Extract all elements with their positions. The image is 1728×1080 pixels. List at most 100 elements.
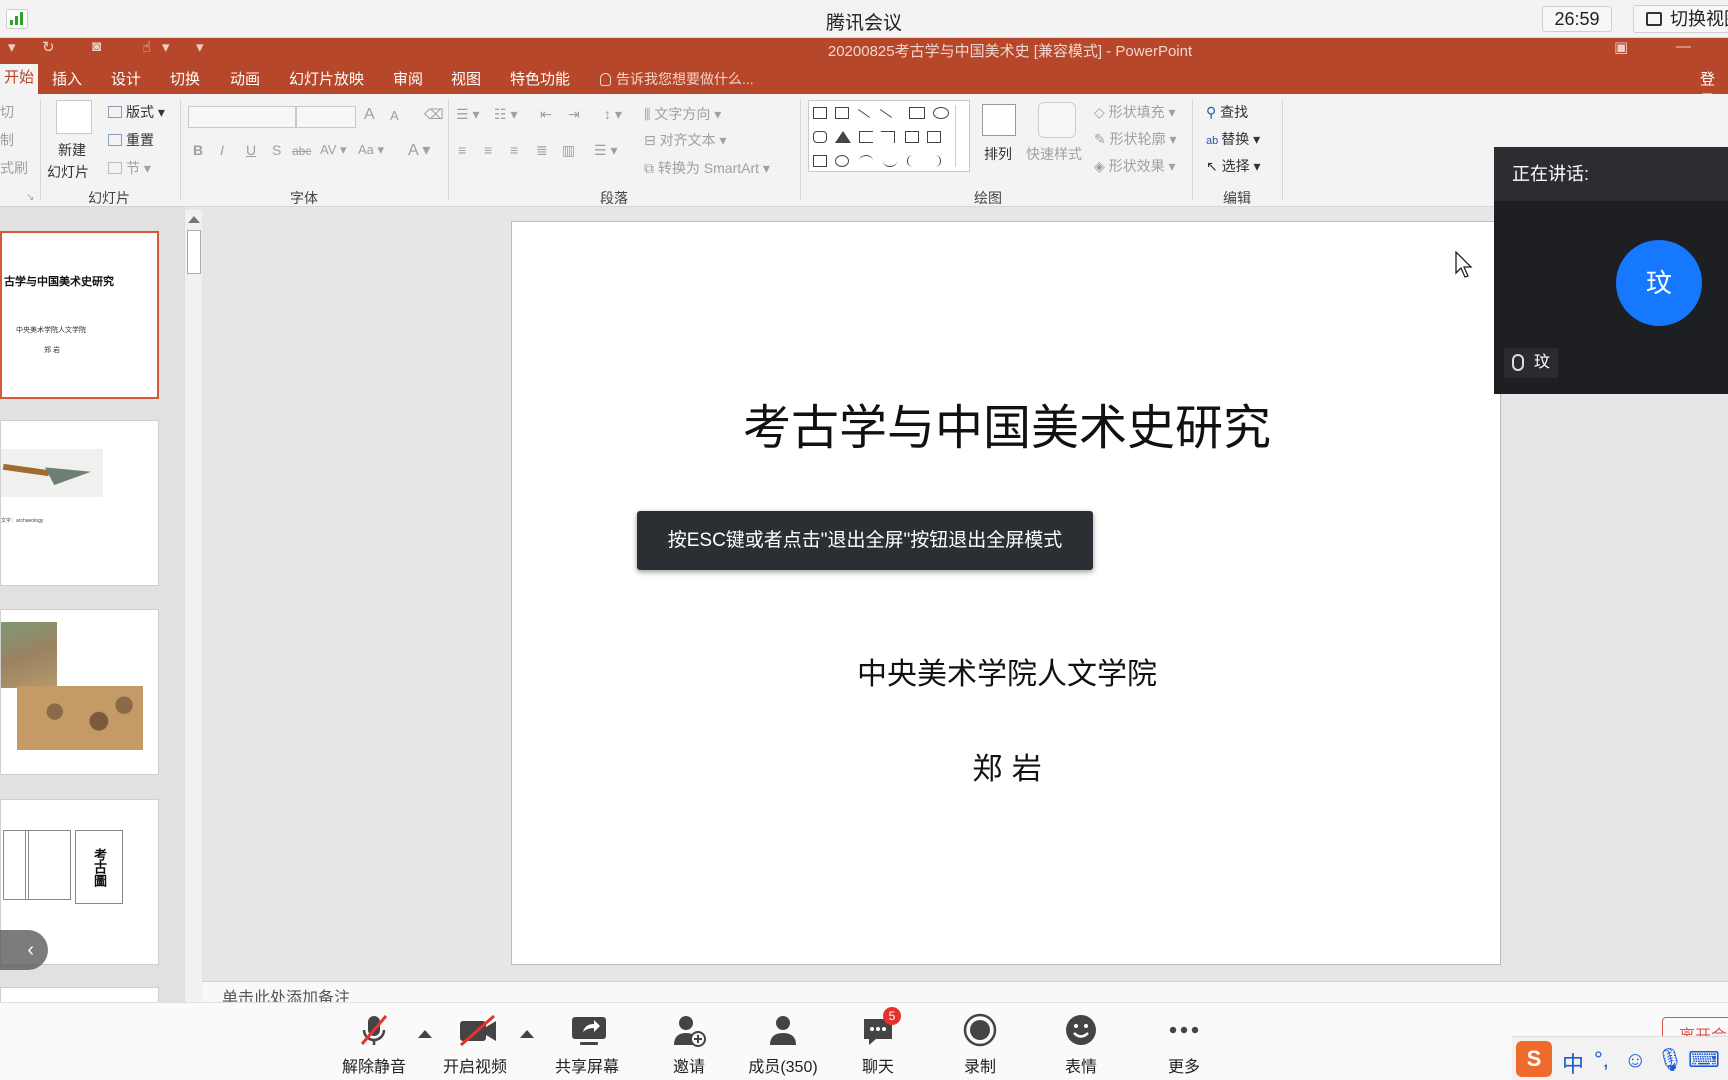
line-shape-icon[interactable] <box>857 109 871 118</box>
tab-review[interactable]: 审阅 <box>393 68 423 89</box>
new-slide-label-2[interactable]: 幻灯片 <box>47 162 89 182</box>
tell-me-search[interactable]: 告诉我您想要做什么... <box>600 69 754 89</box>
select-button[interactable]: ↖ 选择 ▾ <box>1206 156 1261 176</box>
slide-title[interactable]: 考古学与中国美术史研究 <box>512 388 1502 458</box>
scroll-thumb[interactable] <box>187 230 201 274</box>
reset-button[interactable]: 重置 <box>108 130 154 150</box>
shapes-gallery-scroll[interactable] <box>955 105 965 167</box>
cut-button[interactable]: 切 <box>0 102 14 122</box>
shape-effects-button[interactable]: ◈ 形状效果 ▾ <box>1094 156 1176 176</box>
tab-transitions[interactable]: 切换 <box>170 68 200 89</box>
ime-punctuation-icon[interactable]: °, <box>1594 1047 1609 1073</box>
distributed-icon[interactable]: ▥ <box>562 142 575 159</box>
arc-shape-icon[interactable] <box>859 155 873 167</box>
bold-icon[interactable]: B <box>193 142 203 158</box>
strikethrough-icon[interactable]: abc <box>292 144 311 158</box>
record-button[interactable]: 录制 <box>935 1013 1025 1077</box>
down-arrow-shape-icon[interactable] <box>927 131 941 143</box>
freeform-shape-icon[interactable] <box>813 155 827 167</box>
speaker-avatar[interactable]: 玟 <box>1616 240 1702 326</box>
bullets-icon[interactable]: ☰ ▾ <box>456 106 479 123</box>
ime-voice-icon[interactable]: 🎙 <box>1656 1047 1684 1073</box>
chat-button[interactable]: 5 聊天 <box>833 1007 923 1077</box>
notes-pane[interactable]: 单击此处添加备注 <box>202 981 1728 1002</box>
new-slide-label-1[interactable]: 新建 <box>58 140 86 160</box>
elbow-arrow-icon[interactable] <box>881 131 895 143</box>
ime-chinese-mode-icon[interactable]: 中 <box>1562 1047 1584 1079</box>
increase-font-size-icon[interactable]: A <box>364 106 375 124</box>
underline-icon[interactable]: U <box>246 142 256 158</box>
align-center-icon[interactable]: ≡ <box>484 142 492 158</box>
find-button[interactable]: ⚲ 查找 <box>1206 102 1248 122</box>
shape-fill-button[interactable]: ◇ 形状填充 ▾ <box>1094 102 1176 122</box>
right-arrow-shape-icon[interactable] <box>905 131 919 143</box>
tab-design[interactable]: 设计 <box>111 68 141 89</box>
elbow-connector-icon[interactable] <box>859 131 873 143</box>
replace-button[interactable]: ab 替换 ▾ <box>1206 129 1260 149</box>
font-color-icon[interactable]: A ▾ <box>408 140 430 160</box>
shape-outline-button[interactable]: ✎ 形状轮廓 ▾ <box>1094 129 1177 149</box>
numbering-icon[interactable]: ☷ ▾ <box>494 106 517 123</box>
start-video-button[interactable]: 开启视频 <box>430 1013 520 1077</box>
tab-animations[interactable]: 动画 <box>230 68 260 89</box>
new-slide-icon[interactable] <box>56 100 92 134</box>
shapes-gallery[interactable] <box>808 100 970 172</box>
arrow-shape-icon[interactable] <box>879 109 893 118</box>
vertical-textbox-shape-icon[interactable] <box>835 107 849 119</box>
triangle-shape-icon[interactable] <box>835 131 851 143</box>
ime-keyboard-icon[interactable]: ⌨ <box>1688 1047 1720 1073</box>
curve-shape-icon[interactable] <box>883 155 897 167</box>
slide-thumbnail-1[interactable]: 古学与中国美术史研究 中央美术学院人文学院 郑 岩 <box>0 231 159 399</box>
unmute-button[interactable]: 解除静音 <box>329 1013 419 1077</box>
minimize-icon[interactable]: — <box>1676 38 1691 55</box>
members-button[interactable]: 成员(350) <box>738 1013 828 1077</box>
slide-thumbnail-2[interactable]: 文字：archaeology <box>0 420 159 586</box>
scribble-shape-icon[interactable] <box>835 155 849 167</box>
tab-view[interactable]: 视图 <box>451 68 481 89</box>
left-brace-shape-icon[interactable] <box>907 155 921 167</box>
copy-button[interactable]: 制 <box>0 130 14 150</box>
arrange-button[interactable]: 排列 <box>984 144 1012 164</box>
font-size-combobox[interactable] <box>296 106 356 128</box>
section-button[interactable]: 节 ▾ <box>108 158 151 178</box>
emoji-button[interactable]: 表情 <box>1036 1013 1126 1077</box>
format-painter-button[interactable]: 式刷 <box>0 158 28 178</box>
thumbnails-scrollbar[interactable] <box>184 210 202 1002</box>
more-button[interactable]: 更多 <box>1139 1013 1229 1077</box>
align-left-icon[interactable]: ≡ <box>458 142 466 158</box>
slide-author[interactable]: 郑 岩 <box>512 744 1502 788</box>
align-text-button[interactable]: ⊟ 对齐文本 ▾ <box>644 130 727 150</box>
tab-special-features[interactable]: 特色功能 <box>510 68 570 89</box>
invite-button[interactable]: 邀请 <box>644 1013 734 1077</box>
columns-icon[interactable]: ☰ ▾ <box>594 142 617 159</box>
oval-shape-icon[interactable] <box>933 107 949 119</box>
increase-indent-icon[interactable]: ⇥ <box>568 106 580 123</box>
tab-slideshow[interactable]: 幻灯片放映 <box>289 68 364 89</box>
rounded-rectangle-shape-icon[interactable] <box>813 131 827 143</box>
shadow-icon[interactable]: S <box>272 142 281 158</box>
character-spacing-icon[interactable]: AV ▾ <box>320 142 347 158</box>
font-family-combobox[interactable] <box>188 106 296 128</box>
scroll-up-icon[interactable] <box>188 216 200 223</box>
arrange-icon[interactable] <box>982 104 1016 136</box>
ribbon-display-icon[interactable]: ▣ <box>1614 38 1628 56</box>
change-case-icon[interactable]: Aa ▾ <box>358 142 384 158</box>
clear-formatting-icon[interactable]: ⌫ <box>424 106 444 123</box>
quick-styles-button[interactable]: 快速样式 <box>1026 144 1082 164</box>
tab-insert[interactable]: 插入 <box>52 68 82 89</box>
video-options-caret-icon[interactable] <box>520 1030 534 1038</box>
switch-view-button[interactable]: 切换视图 <box>1633 5 1728 33</box>
slide-thumbnail-3[interactable] <box>0 609 159 775</box>
current-slide[interactable]: 考古学与中国美术史研究 中央美术学院人文学院 郑 岩 <box>511 221 1501 965</box>
line-spacing-icon[interactable]: ↕ ▾ <box>604 106 622 123</box>
layout-button[interactable]: 版式 ▾ <box>108 102 165 122</box>
text-direction-button[interactable]: ⫼ 文字方向 ▾ <box>644 104 721 124</box>
quick-styles-icon[interactable] <box>1038 102 1076 138</box>
slide-institution[interactable]: 中央美术学院人文学院 <box>512 649 1502 693</box>
right-brace-shape-icon[interactable] <box>927 155 941 167</box>
justify-icon[interactable]: ≣ <box>536 142 548 159</box>
ime-emoji-icon[interactable]: ☺ <box>1624 1047 1646 1073</box>
rectangle-shape-icon[interactable] <box>909 107 925 119</box>
align-right-icon[interactable]: ≡ <box>510 142 518 158</box>
textbox-shape-icon[interactable] <box>813 107 827 119</box>
